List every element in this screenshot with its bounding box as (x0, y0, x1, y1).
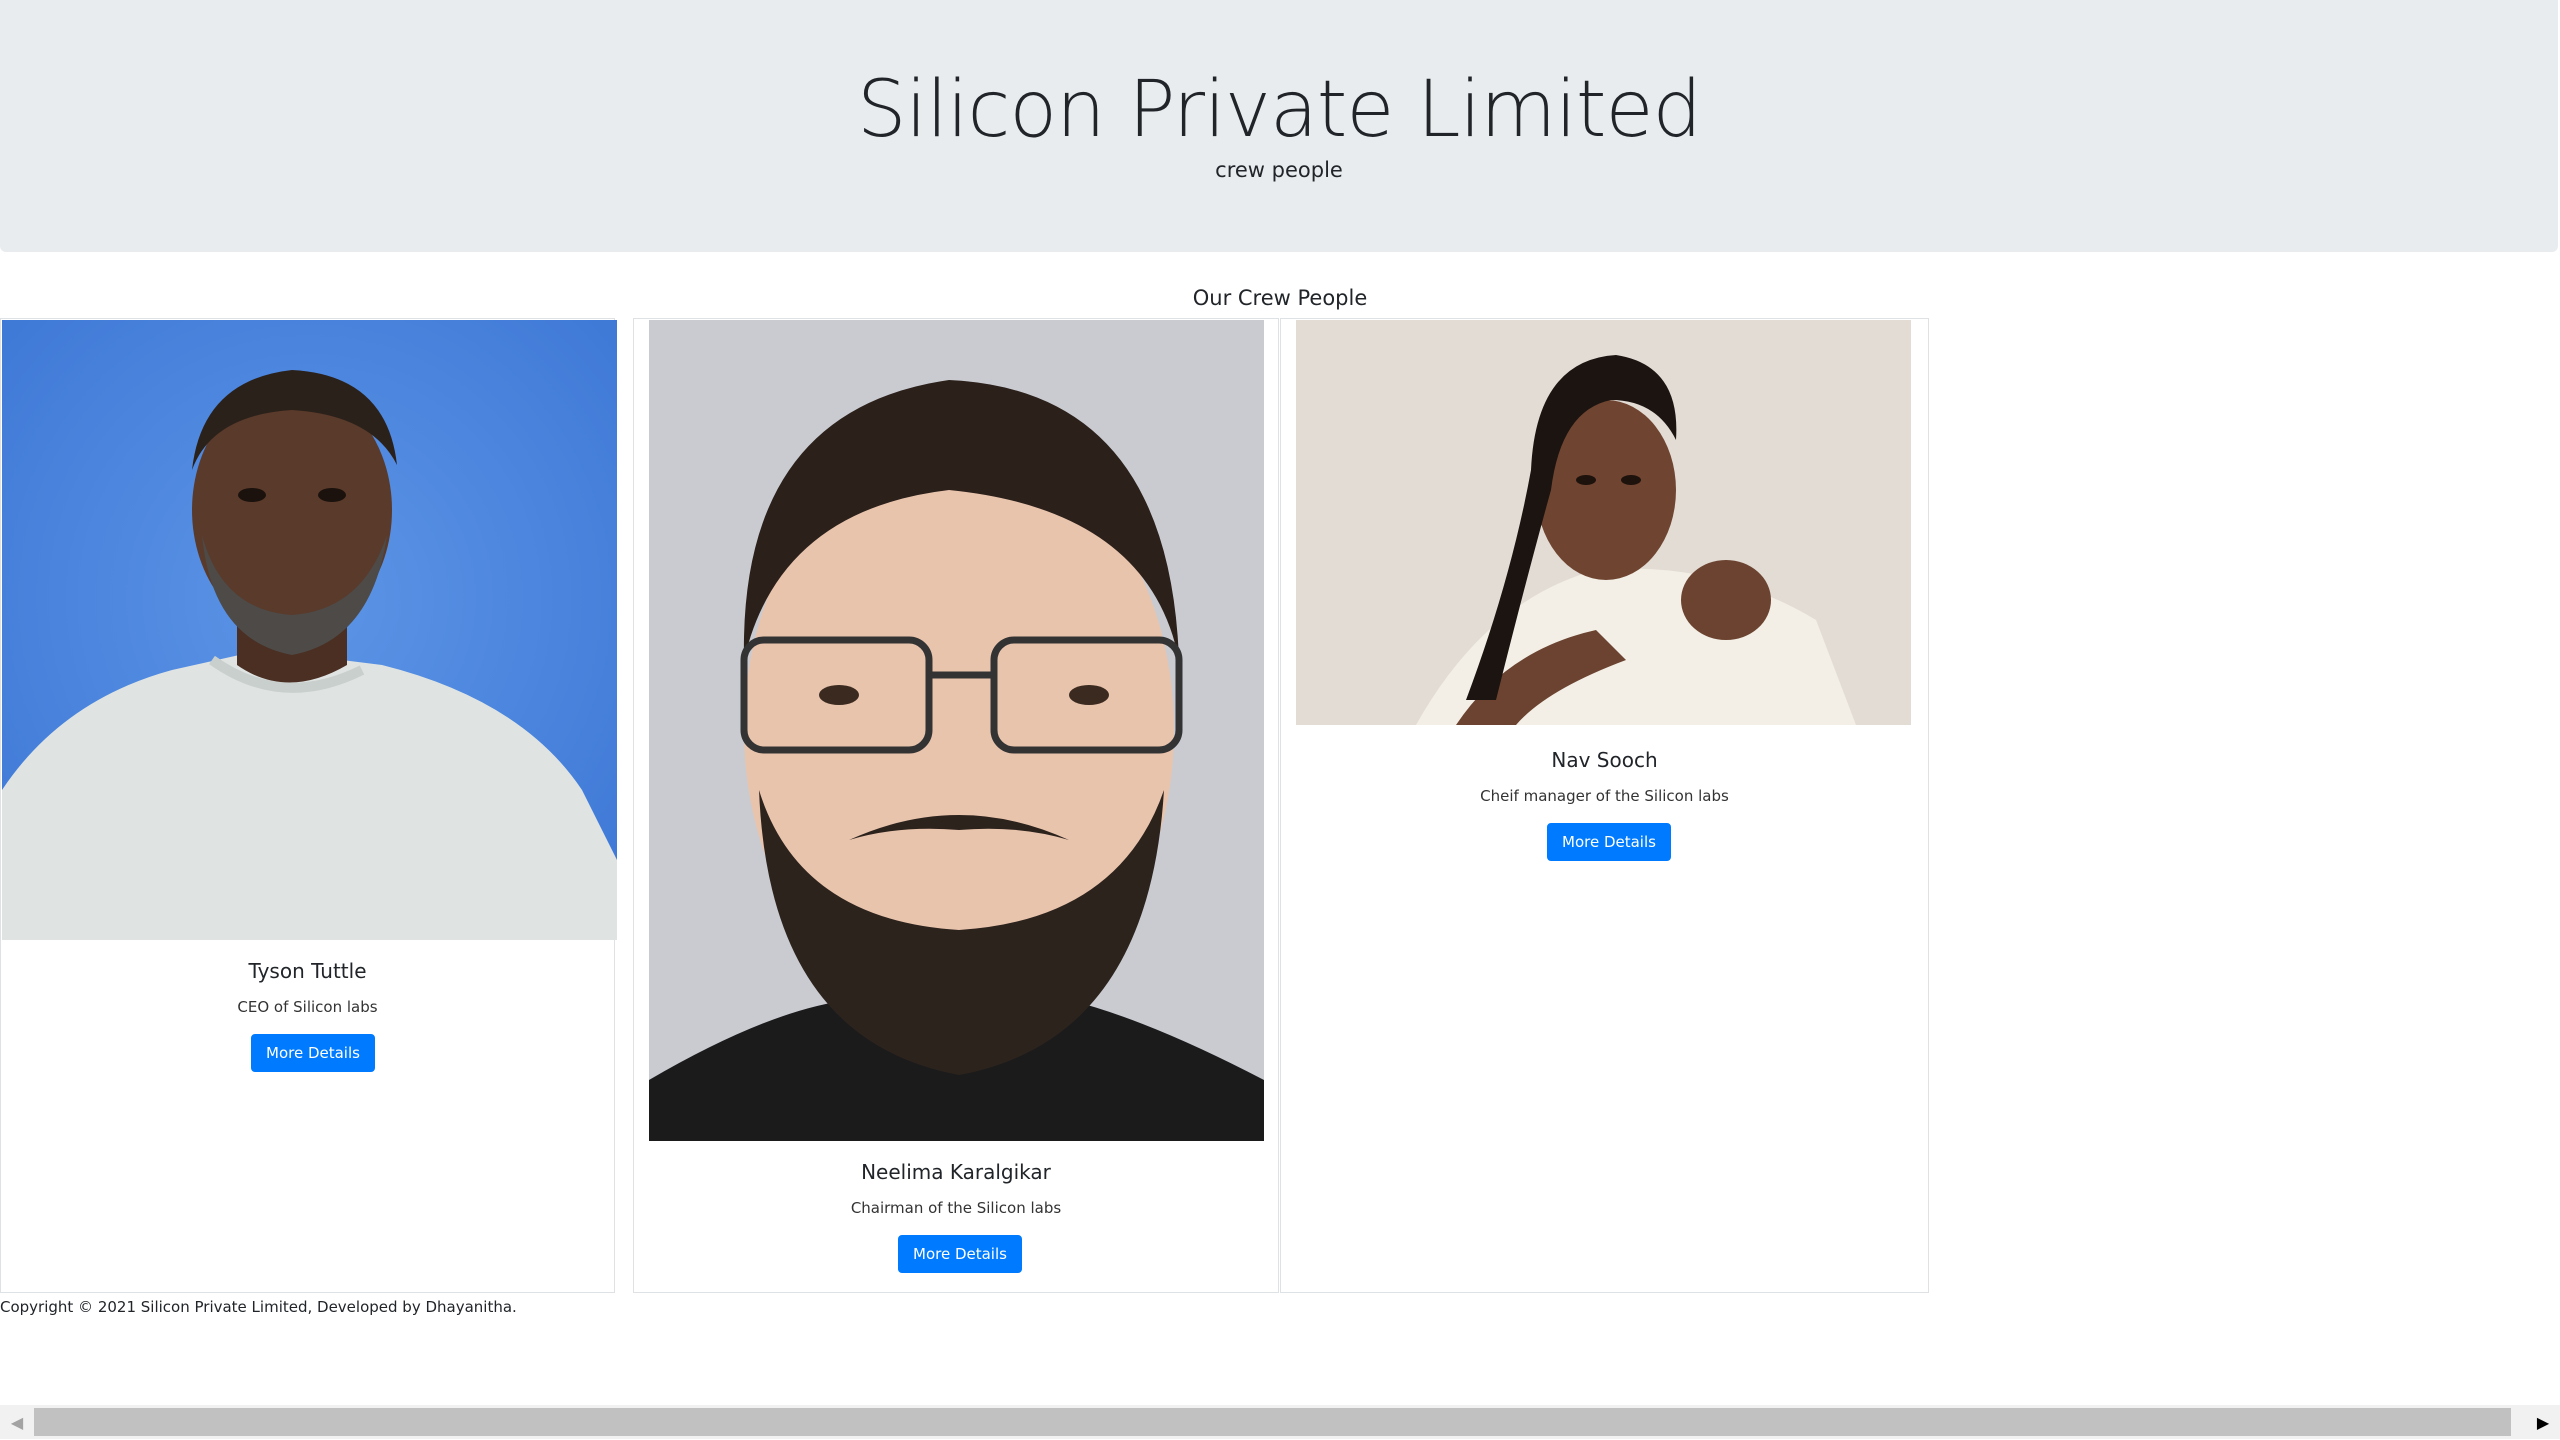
more-details-button[interactable]: More Details (1547, 823, 1671, 861)
crew-card-deck: Tyson Tuttle CEO of Silicon labs More De… (0, 318, 1929, 1295)
more-details-button[interactable]: More Details (251, 1034, 375, 1072)
jumbotron-header: Silicon Private Limited crew people (0, 0, 2558, 252)
crew-photo (1296, 320, 1911, 725)
crew-name: Neelima Karalgikar (861, 1160, 1051, 1184)
section-title: Our Crew People (1192, 286, 1368, 310)
chevron-right-icon[interactable]: ▶ (2526, 1405, 2560, 1439)
page-subtitle: crew people (1215, 158, 1343, 182)
crew-name: Nav Sooch (1551, 748, 1658, 772)
crew-role: CEO of Silicon labs (237, 998, 378, 1016)
scrollbar-thumb[interactable] (34, 1408, 2511, 1436)
crew-card: Nav Sooch Cheif manager of the Silicon l… (1280, 318, 1929, 1293)
more-details-button[interactable]: More Details (898, 1235, 1022, 1273)
crew-card: Tyson Tuttle CEO of Silicon labs More De… (0, 318, 617, 1293)
crew-name: Tyson Tuttle (248, 959, 367, 983)
crew-photo (2, 320, 617, 940)
crew-photo (649, 320, 1264, 1141)
horizontal-scrollbar[interactable]: ◀ ▶ (0, 1405, 2560, 1439)
page-title: Silicon Private Limited (857, 65, 1702, 155)
crew-role: Chairman of the Silicon labs (850, 1199, 1062, 1217)
crew-card: Neelima Karalgikar Chairman of the Silic… (633, 318, 1279, 1293)
copyright-text: Copyright © 2021 Silicon Private Limited… (0, 1298, 517, 1316)
crew-role: Cheif manager of the Silicon labs (1480, 787, 1729, 805)
chevron-left-icon[interactable]: ◀ (0, 1405, 34, 1439)
